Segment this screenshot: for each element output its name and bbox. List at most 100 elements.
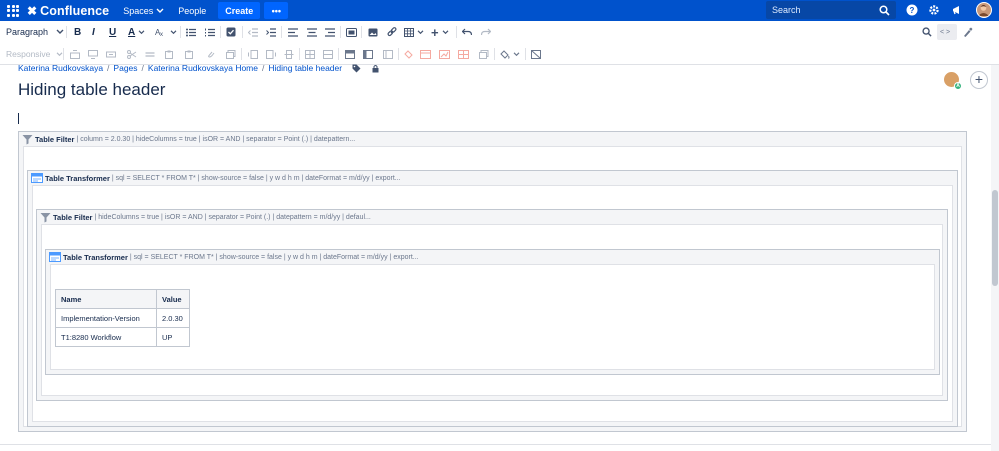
more-formatting-button[interactable]: Ax xyxy=(155,26,177,38)
table-row-add-icon xyxy=(88,49,98,59)
insert-table-button[interactable] xyxy=(404,26,424,38)
table-row-below-button[interactable] xyxy=(88,48,98,60)
bullet-list-button[interactable] xyxy=(186,26,196,38)
table-copy-button[interactable] xyxy=(479,48,489,60)
responsive-select[interactable]: Responsive xyxy=(6,48,63,60)
macro-params: | sql = SELECT * FROM T* | show-source =… xyxy=(129,253,419,261)
text-cursor xyxy=(18,113,19,124)
toolbar-divider xyxy=(281,26,282,38)
table-row-delete-button[interactable] xyxy=(106,48,116,60)
align-center-button[interactable] xyxy=(307,26,317,38)
search-input[interactable]: Search xyxy=(766,1,896,19)
invite-collaborator-button[interactable]: + xyxy=(970,71,988,89)
find-replace-button[interactable] xyxy=(922,26,932,38)
data-table[interactable]: Name Value Implementation-Version 2.0.30… xyxy=(55,289,190,347)
table-col-right-button[interactable] xyxy=(266,48,276,60)
macro-header: Table Filter | hideColumns = true | isOR… xyxy=(37,210,947,224)
cell-color-dropdown[interactable] xyxy=(500,48,520,60)
table-copy-row-button[interactable] xyxy=(145,48,155,60)
bold-button[interactable]: B xyxy=(74,26,81,38)
table-cell[interactable]: 2.0.30 xyxy=(156,308,190,328)
remove-table-button[interactable] xyxy=(531,48,541,60)
align-left-button[interactable] xyxy=(288,26,298,38)
copy-row-icon xyxy=(145,51,155,57)
table-col-left-button[interactable] xyxy=(248,48,258,60)
redo-icon xyxy=(481,28,491,36)
page-title[interactable]: Hiding table header xyxy=(18,80,165,100)
underline-button[interactable]: U xyxy=(109,26,116,38)
toolbar-divider xyxy=(66,26,67,38)
macro-browser-button[interactable] xyxy=(962,26,973,38)
table-split-button[interactable] xyxy=(323,48,333,60)
table-cell[interactable]: UP xyxy=(156,327,190,347)
checkbox-icon xyxy=(226,27,236,37)
align-right-button[interactable] xyxy=(325,26,335,38)
breadcrumb-link[interactable]: Katerina Rudkovskaya Home xyxy=(148,63,258,73)
search-placeholder: Search xyxy=(772,5,801,15)
undo-button[interactable] xyxy=(462,26,472,38)
table-sort-button[interactable] xyxy=(458,48,469,60)
attachment-button[interactable] xyxy=(206,48,215,60)
notifications-megaphone-icon[interactable] xyxy=(951,4,963,16)
table-cell[interactable]: Implementation-Version xyxy=(55,308,157,328)
insert-image-button[interactable] xyxy=(368,26,378,38)
insert-more-button[interactable]: + xyxy=(431,25,449,40)
create-button[interactable]: Create xyxy=(218,2,261,19)
table-highlight-button[interactable] xyxy=(420,48,431,60)
collaborator-avatar[interactable]: A xyxy=(944,72,962,90)
table-cell[interactable]: T1:8280 Workflow xyxy=(55,327,157,347)
breadcrumb-link[interactable]: Katerina Rudkovskaya xyxy=(18,63,103,73)
spaces-menu[interactable]: Spaces xyxy=(123,6,164,16)
indent-button[interactable] xyxy=(266,26,276,38)
settings-gear-icon[interactable] xyxy=(928,4,940,16)
text-color-button[interactable]: A xyxy=(128,26,145,38)
confluence-logo[interactable]: ✖ Confluence xyxy=(27,4,109,18)
table-paste-above-button[interactable] xyxy=(164,48,174,60)
table-transformer-icon xyxy=(31,173,43,183)
table-header-row: Name Value xyxy=(55,289,190,309)
svg-text:x: x xyxy=(160,32,163,37)
italic-button[interactable]: I xyxy=(92,26,95,38)
table-chart-button[interactable] xyxy=(439,48,450,60)
outdent-button[interactable] xyxy=(248,26,258,38)
app-switcher-icon[interactable] xyxy=(6,4,20,18)
paste-icon xyxy=(185,50,193,59)
breadcrumb-current[interactable]: Hiding table header xyxy=(268,63,342,73)
people-link[interactable]: People xyxy=(178,6,206,16)
confluence-logo-icon: ✖ xyxy=(27,3,38,18)
table-merge-icon xyxy=(305,49,315,59)
table-header-row-button[interactable] xyxy=(345,48,355,60)
breadcrumb-link[interactable]: Pages xyxy=(113,63,137,73)
paragraph-label: Paragraph xyxy=(6,27,49,37)
vertical-scrollbar[interactable] xyxy=(991,65,999,451)
table-merge-button[interactable] xyxy=(305,48,315,60)
column-header-name[interactable]: Name xyxy=(55,289,157,309)
restrictions-lock-icon[interactable] xyxy=(371,64,380,73)
paragraph-style-select[interactable]: Paragraph xyxy=(6,26,64,38)
page-layout-button[interactable] xyxy=(346,26,357,38)
table-cell-color-button[interactable] xyxy=(404,48,414,60)
paperclip-icon xyxy=(208,51,215,58)
insert-link-button[interactable] xyxy=(387,26,397,38)
label-tag-icon[interactable] xyxy=(352,64,361,73)
help-icon[interactable]: ? xyxy=(906,4,918,16)
scrollbar-thumb[interactable] xyxy=(992,190,998,286)
brush-icon xyxy=(964,27,973,37)
user-avatar[interactable] xyxy=(976,2,992,18)
table-row-above-button[interactable] xyxy=(70,48,80,60)
align-left-icon xyxy=(288,27,298,37)
table-cut-row-button[interactable] xyxy=(127,48,137,60)
table-numbering-button[interactable] xyxy=(383,48,393,60)
action-item-button[interactable] xyxy=(226,26,236,38)
table-header-col-button[interactable] xyxy=(363,48,373,60)
table-row-copy-button[interactable] xyxy=(226,48,236,60)
column-header-value[interactable]: Value xyxy=(156,289,190,309)
table-paste-below-button[interactable] xyxy=(184,48,194,60)
create-more-button[interactable]: ••• xyxy=(264,2,289,19)
numbered-list-button[interactable] xyxy=(205,26,215,38)
macro-name: Table Filter xyxy=(53,212,93,222)
toolbar-divider xyxy=(242,26,243,38)
table-col-delete-button[interactable] xyxy=(284,48,294,60)
redo-button[interactable] xyxy=(481,26,491,38)
filter-funnel-icon xyxy=(40,212,51,222)
